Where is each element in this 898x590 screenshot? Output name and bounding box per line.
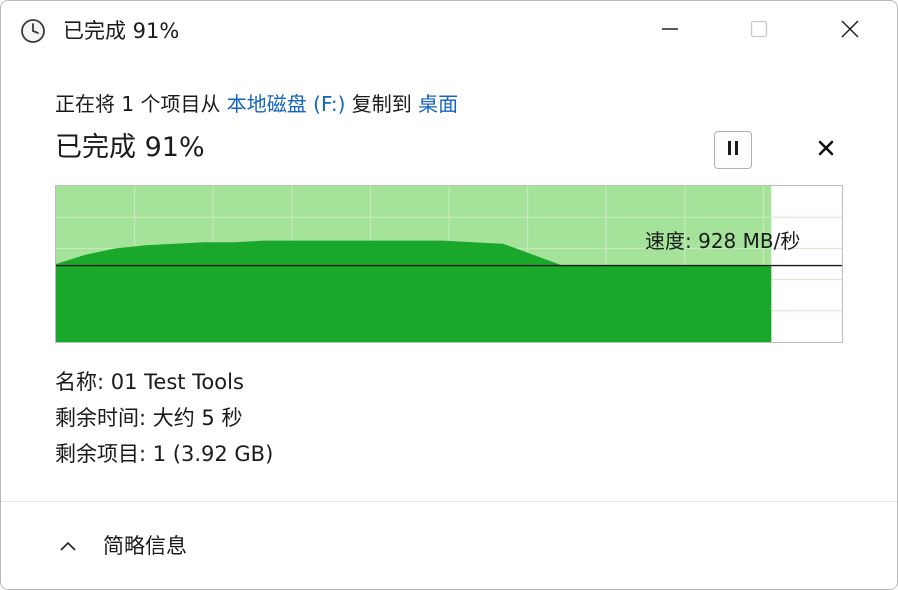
maximize-icon [749,19,769,43]
speed-chart [55,185,843,343]
window-title: 已完成 91% [63,19,180,43]
destination-link[interactable]: 桌面 [418,92,458,116]
cancel-icon [818,140,834,160]
time-remaining: 剩余时间: 大约 5 秒 [55,406,243,430]
copy-dialog-window: 已完成 91% 正在将 1 个项目从 本地磁盘 (F:) 复制到 桌面 已完成 … [0,0,898,590]
fewer-details-label: 简略信息 [103,534,187,558]
pause-button[interactable] [714,131,752,169]
file-name: 名称: 01 Test Tools [55,370,244,394]
chevron-up-icon [57,535,79,557]
title-bar[interactable]: 已完成 91% [1,1,897,63]
items-remaining: 剩余项目: 1 (3.92 GB) [55,442,274,466]
minimize-button[interactable] [647,11,693,51]
copy-prefix: 正在将 1 个项目从 [55,92,227,116]
copy-middle: 复制到 [345,92,419,116]
copy-description: 正在将 1 个项目从 本地磁盘 (F:) 复制到 桌面 [55,89,458,119]
minimize-icon [660,19,680,43]
close-button[interactable] [827,11,873,51]
cancel-button[interactable] [807,131,845,169]
speed-label: 速度: 928 MB/秒 [645,229,801,253]
close-icon [839,18,861,44]
progress-title: 已完成 91% [55,132,205,163]
source-link[interactable]: 本地磁盘 (F:) [227,92,346,116]
maximize-button[interactable] [736,11,782,51]
pause-icon [725,139,741,161]
clock-icon [19,17,47,45]
fewer-details-toggle[interactable]: 简略信息 [57,529,187,563]
